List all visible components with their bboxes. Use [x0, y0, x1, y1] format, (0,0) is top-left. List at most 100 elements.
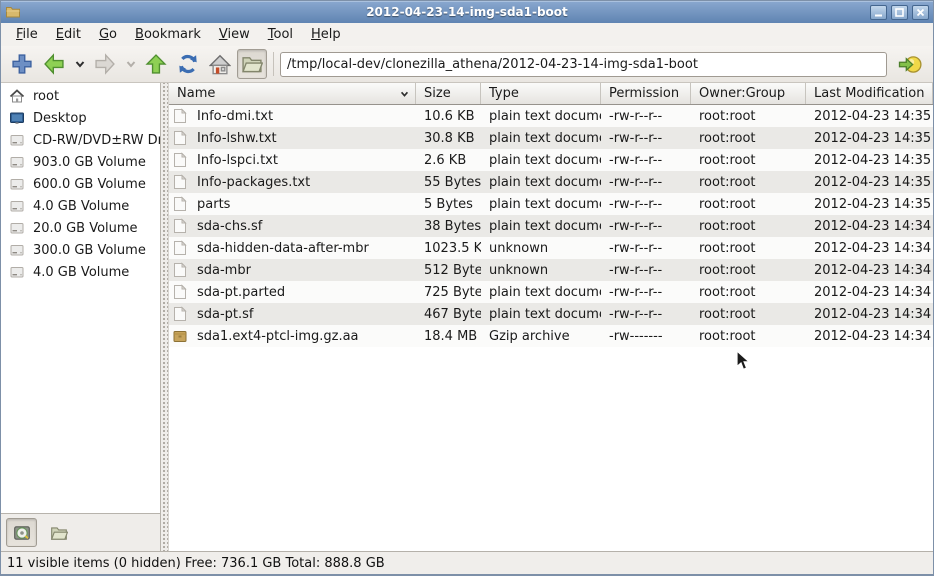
file-owner-group: root:root	[691, 237, 806, 259]
close-button[interactable]	[912, 5, 929, 20]
new-tab-button[interactable]	[7, 49, 37, 79]
file-size: 725 Bytes	[416, 281, 481, 303]
drive-icon	[9, 176, 25, 192]
minimize-button[interactable]	[870, 5, 887, 20]
column-header-last-modification[interactable]: Last Modification	[806, 83, 933, 104]
file-row[interactable]: Info-lshw.txt 30.8 KB plain text documen…	[169, 127, 933, 149]
file-permission: -rw-r--r--	[601, 105, 691, 127]
file-last-modification: 2012-04-23 14:35	[806, 105, 933, 127]
file-row[interactable]: sda-chs.sf 38 Bytes plain text document …	[169, 215, 933, 237]
file-row[interactable]: sda-pt.parted 725 Bytes plain text docum…	[169, 281, 933, 303]
file-rows: Info-dmi.txt 10.6 KB plain text document…	[169, 105, 933, 551]
file-owner-group: root:root	[691, 303, 806, 325]
file-name: sda-pt.parted	[197, 285, 285, 300]
back-button[interactable]	[39, 49, 69, 79]
arrow-up-icon	[145, 53, 167, 75]
titlebar[interactable]: 2012-04-23-14-img-sda1-boot	[1, 1, 933, 23]
document-icon	[172, 284, 188, 300]
sidebar-item[interactable]: 20.0 GB Volume	[1, 217, 160, 239]
file-row[interactable]: Info-packages.txt 55 Bytes plain text do…	[169, 171, 933, 193]
file-size: 1023.5 KB	[416, 237, 481, 259]
file-type: plain text document	[481, 171, 601, 193]
file-name: Info-packages.txt	[197, 175, 310, 190]
sidebar-item[interactable]: CD-RW/DVD±RW Drive	[1, 129, 160, 151]
sidebar-item[interactable]: 300.0 GB Volume	[1, 239, 160, 261]
sidebar-item-label: 300.0 GB Volume	[33, 243, 146, 258]
sidebar-item[interactable]: root	[1, 85, 160, 107]
drive-icon	[9, 198, 25, 214]
document-icon	[172, 152, 188, 168]
forward-history-dropdown[interactable]	[122, 49, 139, 79]
file-row[interactable]: sda1.ext4-ptcl-img.gz.aa 18.4 MB Gzip ar…	[169, 325, 933, 347]
file-last-modification: 2012-04-23 14:34	[806, 259, 933, 281]
menu-item[interactable]: Help	[302, 25, 350, 44]
tree-pane-button[interactable]	[43, 518, 74, 547]
file-size: 2.6 KB	[416, 149, 481, 171]
file-row[interactable]: sda-pt.sf 467 Bytes plain text document …	[169, 303, 933, 325]
file-size: 10.6 KB	[416, 105, 481, 127]
file-size: 30.8 KB	[416, 127, 481, 149]
sidebar-item-label: CD-RW/DVD±RW Drive	[33, 133, 160, 148]
file-name-cell: Info-dmi.txt	[169, 105, 416, 127]
document-icon	[172, 196, 188, 212]
sidebar-item[interactable]: Desktop	[1, 107, 160, 129]
sidebar-item[interactable]: 600.0 GB Volume	[1, 173, 160, 195]
pane-splitter[interactable]	[161, 83, 169, 551]
menu-item[interactable]: File	[7, 25, 47, 44]
side-pane: root Desktop CD-RW/DVD±RW Drive 903.0 GB…	[1, 83, 161, 551]
drive-icon	[9, 220, 25, 236]
file-name-cell: sda-pt.sf	[169, 303, 416, 325]
location-path-input[interactable]	[280, 52, 887, 77]
menu-item[interactable]: Bookmark	[126, 25, 210, 44]
folder-button[interactable]	[237, 49, 267, 79]
chevron-down-icon	[125, 58, 137, 70]
file-permission: -rw-r--r--	[601, 281, 691, 303]
refresh-button[interactable]	[173, 49, 203, 79]
sidebar-item[interactable]: 4.0 GB Volume	[1, 195, 160, 217]
file-permission: -rw-r--r--	[601, 127, 691, 149]
sidebar-item[interactable]: 903.0 GB Volume	[1, 151, 160, 173]
back-history-dropdown[interactable]	[71, 49, 88, 79]
file-name-cell: sda-mbr	[169, 259, 416, 281]
file-name: Info-lspci.txt	[197, 153, 278, 168]
file-name-cell: sda-hidden-data-after-mbr	[169, 237, 416, 259]
file-last-modification: 2012-04-23 14:34	[806, 237, 933, 259]
open-folder-icon	[241, 53, 263, 75]
file-row[interactable]: sda-hidden-data-after-mbr 1023.5 KB unkn…	[169, 237, 933, 259]
places-list: root Desktop CD-RW/DVD±RW Drive 903.0 GB…	[1, 83, 160, 513]
go-button[interactable]	[895, 49, 925, 79]
column-header-name[interactable]: Name	[169, 83, 416, 104]
file-row[interactable]: parts 5 Bytes plain text document -rw-r-…	[169, 193, 933, 215]
file-name: sda-pt.sf	[197, 307, 254, 322]
file-size: 5 Bytes	[416, 193, 481, 215]
menu-item[interactable]: Tool	[259, 25, 302, 44]
file-name-cell: Info-lshw.txt	[169, 127, 416, 149]
sidebar-item[interactable]: 4.0 GB Volume	[1, 261, 160, 283]
sidebar-item-label: 20.0 GB Volume	[33, 221, 138, 236]
column-header-size[interactable]: Size	[416, 83, 481, 104]
file-manager-window: 2012-04-23-14-img-sda1-boot FileEditGoBo…	[0, 0, 934, 576]
menu-item[interactable]: Go	[90, 25, 126, 44]
file-type: plain text document	[481, 281, 601, 303]
column-header-type[interactable]: Type	[481, 83, 601, 104]
file-owner-group: root:root	[691, 259, 806, 281]
home-button[interactable]	[205, 49, 235, 79]
file-row[interactable]: Info-lspci.txt 2.6 KB plain text documen…	[169, 149, 933, 171]
forward-button[interactable]	[90, 49, 120, 79]
column-header-owner-group[interactable]: Owner:Group	[691, 83, 806, 104]
menu-item[interactable]: View	[210, 25, 259, 44]
drive-icon	[9, 242, 25, 258]
up-button[interactable]	[141, 49, 171, 79]
drive-icon	[9, 154, 25, 170]
places-pane-button[interactable]	[6, 518, 37, 547]
file-last-modification: 2012-04-23 14:35	[806, 171, 933, 193]
file-row[interactable]: Info-dmi.txt 10.6 KB plain text document…	[169, 105, 933, 127]
file-permission: -rw-r--r--	[601, 171, 691, 193]
file-type: unknown	[481, 237, 601, 259]
file-row[interactable]: sda-mbr 512 Bytes unknown -rw-r--r-- roo…	[169, 259, 933, 281]
maximize-button[interactable]	[891, 5, 908, 20]
file-owner-group: root:root	[691, 325, 806, 347]
menu-item[interactable]: Edit	[47, 25, 90, 44]
column-header-permission[interactable]: Permission	[601, 83, 691, 104]
drive-icon	[9, 132, 25, 148]
